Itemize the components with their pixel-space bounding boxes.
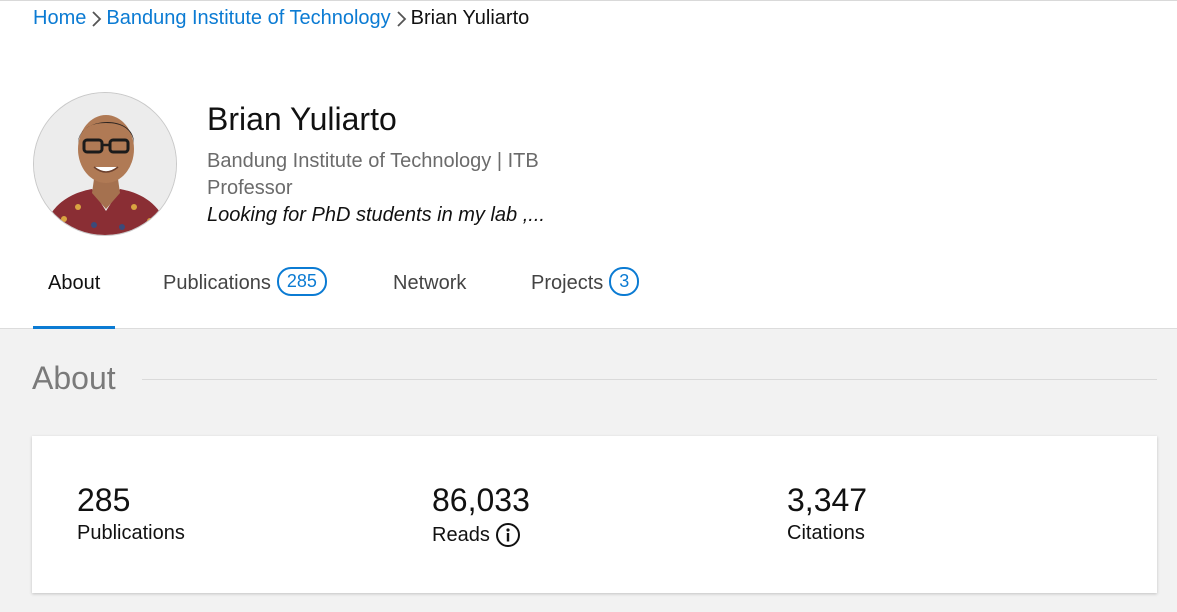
breadcrumb-current: Brian Yuliarto bbox=[410, 7, 530, 29]
breadcrumb: Home Bandung Institute of Technology Bri… bbox=[33, 7, 529, 30]
stat-publications: 285 Publications bbox=[77, 482, 185, 545]
breadcrumb-home-link[interactable]: Home bbox=[33, 7, 86, 30]
stat-label: Reads bbox=[432, 522, 530, 548]
stat-label-text: Citations bbox=[787, 522, 865, 544]
stats-card: 285 Publications 86,033 Reads 3,347 Cita… bbox=[32, 436, 1157, 593]
profile-name: Brian Yuliarto bbox=[207, 101, 397, 137]
avatar[interactable] bbox=[33, 92, 177, 236]
tab-about[interactable]: About bbox=[32, 267, 116, 329]
stat-label-text: Publications bbox=[77, 522, 185, 544]
tab-label: Projects bbox=[531, 272, 604, 294]
profile-institution[interactable]: Bandung Institute of Technology | ITB bbox=[207, 150, 539, 173]
stat-value: 3,347 bbox=[787, 482, 868, 518]
stat-label: Citations bbox=[787, 522, 867, 545]
count-badge: 3 bbox=[609, 267, 640, 296]
tab-publications[interactable]: Publications 285 bbox=[163, 267, 327, 329]
stat-label-text: Reads bbox=[432, 523, 490, 546]
section-title: About bbox=[32, 360, 116, 396]
profile-header: Home Bandung Institute of Technology Bri… bbox=[0, 0, 1177, 329]
chevron-right-icon bbox=[87, 8, 105, 30]
count-badge: 285 bbox=[276, 267, 327, 296]
stat-reads: 86,033 Reads bbox=[432, 482, 530, 548]
chevron-right-icon bbox=[392, 8, 410, 30]
stat-value: 86,033 bbox=[432, 482, 530, 518]
breadcrumb-institution-link[interactable]: Bandung Institute of Technology bbox=[106, 7, 390, 30]
tab-label: Publications bbox=[163, 272, 271, 294]
profile-position: Professor bbox=[207, 177, 293, 199]
stat-citations: 3,347 Citations bbox=[787, 482, 867, 545]
profile-headline: Looking for PhD students in my lab ,... bbox=[207, 204, 545, 226]
divider bbox=[142, 379, 1157, 380]
tab-projects[interactable]: Projects 3 bbox=[531, 267, 640, 329]
stat-label: Publications bbox=[77, 522, 185, 545]
tab-label: About bbox=[48, 272, 101, 294]
tab-network[interactable]: Network bbox=[393, 267, 466, 329]
tab-label: Network bbox=[393, 272, 467, 294]
info-icon[interactable] bbox=[495, 522, 521, 548]
stat-value: 285 bbox=[77, 482, 131, 518]
